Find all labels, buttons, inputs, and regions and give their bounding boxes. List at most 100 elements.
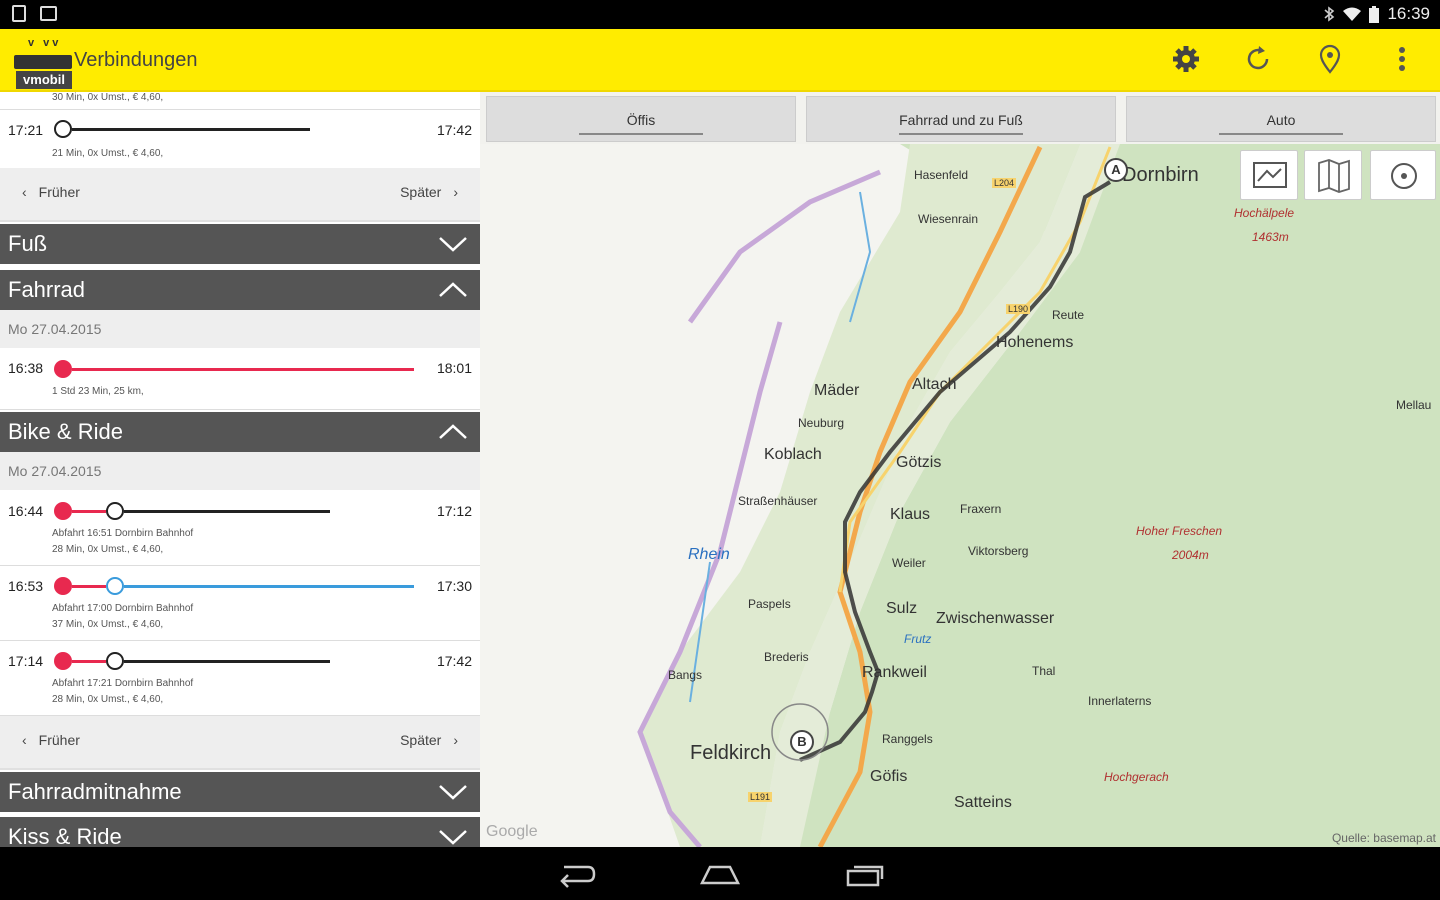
earlier-button[interactable]: ‹ Früher (22, 184, 80, 200)
section-header-kiss-ride[interactable]: Kiss & Ride (0, 817, 480, 847)
map-layer-button[interactable] (1304, 150, 1362, 200)
bus-icon (106, 502, 124, 520)
later-label: Später (400, 184, 442, 200)
map-label: Koblach (764, 446, 822, 463)
tab-oeffis[interactable]: Öffis (486, 96, 796, 142)
chevron-right-icon: › (453, 184, 458, 200)
connection-info: 28 Min, 0x Umst., € 4,60, (52, 544, 164, 555)
overflow-menu-button[interactable] (1384, 41, 1420, 77)
connection-row[interactable]: 16:53 17:30 Abfahrt 17:00 Dornbirn Bahnh… (0, 567, 480, 641)
departure-time: 17:14 (8, 653, 44, 669)
map-label: Sulz (886, 600, 918, 617)
route-line-bike (72, 510, 106, 513)
route-end-marker[interactable]: B (790, 730, 814, 754)
section-header-fahrrad[interactable]: Fahrrad (0, 270, 480, 310)
map-canvas[interactable] (480, 92, 1440, 847)
map-satellite-button[interactable] (1240, 150, 1298, 200)
later-label: Später (400, 732, 442, 748)
map-label: Weiler (892, 556, 926, 570)
map-label: Paspels (748, 597, 791, 611)
route-line-bus (124, 660, 330, 663)
tab-indicator (899, 133, 1023, 135)
chevron-left-icon: ‹ (22, 184, 27, 200)
route-line (72, 368, 414, 371)
tab-auto[interactable]: Auto (1126, 96, 1436, 142)
logo-text: vmobil (16, 71, 72, 89)
back-icon[interactable] (554, 859, 598, 889)
connection-info: 30 Min, 0x Umst., € 4,60, (52, 92, 164, 103)
route-line-train (124, 585, 414, 588)
map-view[interactable]: Öffis Fahrrad und zu Fuß Auto Dornbirn H… (480, 92, 1440, 847)
vmobil-logo[interactable]: v vv vmobil (6, 35, 72, 89)
map-label: Mäder (814, 382, 860, 399)
refresh-icon (1247, 46, 1269, 70)
tab-label: Öffis (626, 112, 656, 128)
map-label: Göfis (870, 768, 908, 785)
battery-icon (1369, 5, 1380, 23)
map-label: Hochälpele (1234, 206, 1295, 220)
map-label: Klaus (890, 506, 931, 523)
departure-time: 16:38 (8, 360, 44, 376)
connection-row[interactable]: 16:44 17:12 Abfahrt 16:51 Dornbirn Bahnh… (0, 492, 480, 566)
arrival-time: 17:42 (436, 122, 472, 138)
earlier-label: Früher (38, 732, 80, 748)
section-title: Fahrrad (8, 277, 86, 302)
date-row: Mo 27.04.2015 (0, 310, 480, 348)
bus-logo-icon (14, 55, 72, 69)
route-line-bike (72, 585, 106, 588)
connection-row[interactable]: 16:38 18:01 1 Std 23 Min, 25 km, (0, 348, 480, 410)
map-label: Altach (912, 376, 957, 393)
earlier-button[interactable]: ‹ Früher (22, 732, 80, 748)
map-label: Hochgerach (1104, 770, 1169, 784)
refresh-button[interactable] (1240, 41, 1276, 77)
route-start-marker[interactable]: A (1104, 158, 1128, 182)
target-icon (1391, 163, 1417, 189)
chevron-up-icon (439, 282, 467, 297)
recents-icon[interactable] (844, 859, 888, 889)
my-location-button[interactable] (1370, 150, 1436, 200)
home-icon[interactable] (698, 859, 742, 889)
chevron-up-icon (439, 424, 467, 439)
map-label: Straßenhäuser (738, 494, 818, 508)
notification-icon (12, 5, 26, 22)
section-title: Kiss & Ride (8, 824, 122, 847)
location-button[interactable] (1312, 41, 1348, 77)
road-label: L204 (992, 178, 1017, 188)
app-bar: v vv vmobil Verbindungen (0, 29, 1440, 92)
arrival-time: 17:42 (436, 653, 472, 669)
map-label: Reute (1052, 308, 1085, 322)
road-label: L190 (1006, 304, 1031, 314)
later-button[interactable]: Später › (400, 184, 458, 200)
later-button[interactable]: Später › (400, 732, 458, 748)
section-header-bike-ride[interactable]: Bike & Ride (0, 412, 480, 452)
tab-indicator (579, 133, 703, 135)
map-label: Satteins (954, 794, 1012, 811)
map-label: Hoher Freschen (1136, 524, 1223, 538)
wifi-icon (1343, 7, 1362, 21)
map-label: Ranggels (882, 732, 933, 746)
connection-row[interactable]: 17:14 17:42 Abfahrt 17:21 Dornbirn Bahnh… (0, 642, 480, 716)
bluetooth-icon (1324, 6, 1335, 22)
map-label: Thal (1032, 664, 1056, 678)
connection-info: 1 Std 23 Min, 25 km, (52, 386, 144, 397)
map-label: Neuburg (798, 416, 845, 430)
marker-label: A (1111, 162, 1121, 177)
tab-fahrrad-fuss[interactable]: Fahrrad und zu Fuß (806, 96, 1116, 142)
bike-icon (54, 360, 72, 378)
map-label: Frutz (904, 632, 932, 646)
tab-indicator (1219, 133, 1343, 135)
map-icon (1318, 159, 1350, 193)
section-header-fahrradmitnahme[interactable]: Fahrradmitnahme (0, 772, 480, 812)
train-icon (106, 577, 124, 595)
departure-time: 16:53 (8, 578, 44, 594)
section-header-fuss[interactable]: Fuß (0, 224, 480, 264)
route-line-bus (124, 510, 330, 513)
connection-info: 37 Min, 0x Umst., € 4,60, (52, 619, 164, 630)
status-right: 16:39 (1323, 4, 1430, 24)
connection-info: Abfahrt 17:21 Dornbirn Bahnhof (52, 678, 194, 689)
pager: ‹ Früher Später › (0, 168, 480, 222)
settings-button[interactable] (1168, 41, 1204, 77)
departure-time: 17:21 (8, 122, 44, 138)
section-title: Fuß (8, 231, 48, 256)
map-label: Brederis (764, 650, 809, 664)
